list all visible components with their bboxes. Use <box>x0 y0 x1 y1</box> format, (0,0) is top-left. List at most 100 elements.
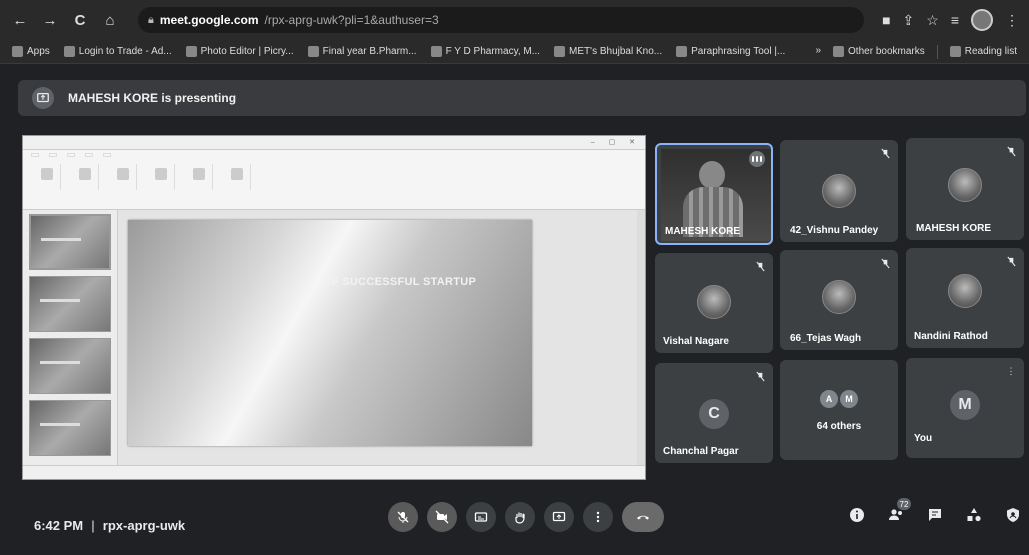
camera-indicator-icon[interactable]: ■ <box>882 12 890 28</box>
meet-window: ← → C ⌂ 🔒︎ meet.google.com/rpx-aprg-uwk?… <box>0 0 1029 555</box>
shield-icon <box>1007 508 1019 522</box>
participant-tile[interactable]: 66_Tejas Wagh <box>780 250 898 350</box>
mic-off-icon <box>753 369 767 383</box>
bookmarks-overflow-icon[interactable]: » <box>815 45 821 59</box>
others-avatars: A M <box>820 390 858 408</box>
ribbon-group <box>71 164 99 190</box>
participant-tile[interactable]: Nandini Rathod <box>906 248 1024 348</box>
share-icon[interactable]: ⇪ <box>903 12 915 29</box>
bookmark-favicon-icon <box>430 46 442 57</box>
ribbon-group <box>223 164 251 190</box>
leave-call-button[interactable] <box>622 502 664 532</box>
participant-tile[interactable]: Vishal Nagare <box>655 253 773 353</box>
more-options-button[interactable] <box>583 502 613 532</box>
participant-avatar <box>948 274 982 308</box>
camera-off-icon <box>435 510 449 524</box>
reading-list-icon[interactable]: ≡ <box>951 12 959 28</box>
participant-avatar <box>822 280 856 314</box>
bookmark-label: Final year B.Pharm... <box>322 46 417 57</box>
mic-off-icon <box>1004 254 1018 268</box>
participant-name: Nandini Rathod <box>914 331 988 342</box>
ppt-ribbon <box>23 150 645 210</box>
mic-toggle-button[interactable] <box>388 502 418 532</box>
bookmark-favicon-icon <box>676 46 688 57</box>
participant-name: You <box>914 433 933 444</box>
slide-canvas: OF SUCCESSFUL STARTUP <box>118 210 645 467</box>
other-bookmarks-label: Other bookmarks <box>848 46 925 57</box>
meeting-details-button[interactable] <box>846 504 868 526</box>
bookmark-item[interactable]: F Y D Pharmacy, M... <box>430 46 540 57</box>
address-bar[interactable]: 🔒︎ meet.google.com/rpx-aprg-uwk?pli=1&au… <box>138 7 865 33</box>
reading-list-icon <box>949 46 961 57</box>
participant-name: MAHESH KORE <box>916 223 992 234</box>
participant-avatar: M <box>840 390 858 408</box>
participant-tile[interactable]: MAHESH KORE <box>655 143 773 245</box>
lock-icon: 🔒︎ <box>148 13 154 26</box>
activities-button[interactable] <box>963 504 985 526</box>
bookmark-item[interactable]: Login to Trade - Ad... <box>63 46 172 57</box>
bookmark-label: MET's Bhujbal Kno... <box>569 46 663 57</box>
present-screen-icon <box>32 87 54 109</box>
bookmark-label: Login to Trade - Ad... <box>78 46 172 57</box>
ppt-tab <box>103 153 111 157</box>
meeting-controls-bar: 6:42 PM | rpx-aprg-uwk 72 <box>0 490 1029 555</box>
more-options-icon[interactable]: ⋮ <box>1004 364 1018 378</box>
reading-list-label: Reading list <box>964 46 1017 57</box>
profile-avatar[interactable] <box>971 9 993 31</box>
ppt-tab <box>49 153 57 157</box>
other-bookmarks[interactable]: Other bookmarks <box>833 45 925 59</box>
present-screen-icon <box>552 511 566 522</box>
participant-name: Chanchal Pagar <box>663 446 739 457</box>
menu-icon[interactable]: ⋮ <box>1005 12 1019 29</box>
bookmarks-bar: Apps Login to Trade - Ad... Photo Editor… <box>0 40 1029 64</box>
chat-button[interactable] <box>924 504 946 526</box>
bookmark-apps[interactable]: Apps <box>12 46 50 57</box>
bookmark-favicon-icon <box>554 46 566 57</box>
shared-screen: – ▢ ✕ OF SUCCESSFUL STARTUP <box>22 135 646 480</box>
bookmark-label: Paraphrasing Tool |... <box>691 46 786 57</box>
participant-avatar: M <box>950 390 980 420</box>
participant-tile[interactable]: 42_Vishnu Pandey <box>780 140 898 242</box>
slide-title: OF SUCCESSFUL STARTUP <box>323 276 477 288</box>
mic-off-icon <box>753 259 767 273</box>
present-now-button[interactable] <box>544 502 574 532</box>
ribbon-group <box>147 164 175 190</box>
bookmark-favicon-icon <box>307 46 319 57</box>
slide-thumbnail <box>29 214 111 270</box>
captions-button[interactable] <box>466 502 496 532</box>
ppt-tab <box>67 153 75 157</box>
window-controls: – ▢ ✕ <box>590 139 641 146</box>
others-tile[interactable]: A M 64 others <box>780 360 898 460</box>
slide-thumbnails <box>23 210 118 467</box>
raise-hand-button[interactable] <box>505 502 535 532</box>
info-icon <box>850 508 864 522</box>
participant-tile[interactable]: C Chanchal Pagar <box>655 363 773 463</box>
forward-icon[interactable]: → <box>40 10 60 30</box>
participant-name: 42_Vishnu Pandey <box>790 225 879 236</box>
back-icon[interactable]: ← <box>10 10 30 30</box>
participant-name: 66_Tejas Wagh <box>790 333 862 344</box>
reading-list[interactable]: Reading list <box>949 45 1017 59</box>
raise-hand-icon <box>515 512 525 524</box>
people-count-badge: 72 <box>897 498 911 510</box>
home-icon[interactable]: ⌂ <box>100 10 120 30</box>
people-button[interactable]: 72 <box>885 498 911 526</box>
mic-off-icon <box>878 146 892 160</box>
reload-icon[interactable]: C <box>70 10 90 30</box>
participant-name: Vishal Nagare <box>663 336 729 347</box>
ribbon-group <box>33 164 61 190</box>
participant-tile[interactable]: MAHESH KORE <box>906 138 1024 240</box>
bookmark-item[interactable]: Final year B.Pharm... <box>307 46 417 57</box>
bookmark-item[interactable]: Photo Editor | Picry... <box>185 46 294 57</box>
slide-thumbnail <box>29 276 111 332</box>
mic-off-icon <box>397 511 409 523</box>
star-icon[interactable]: ☆ <box>926 12 939 29</box>
hang-up-icon <box>637 515 649 520</box>
speaking-indicator-icon <box>749 151 765 167</box>
bookmark-item[interactable]: Paraphrasing Tool |... <box>676 46 785 57</box>
ppt-status-bar <box>23 465 645 479</box>
self-tile[interactable]: ⋮ M You <box>906 358 1024 458</box>
bookmark-item[interactable]: MET's Bhujbal Kno... <box>554 46 662 57</box>
camera-toggle-button[interactable] <box>427 502 457 532</box>
host-controls-button[interactable] <box>1002 504 1024 526</box>
